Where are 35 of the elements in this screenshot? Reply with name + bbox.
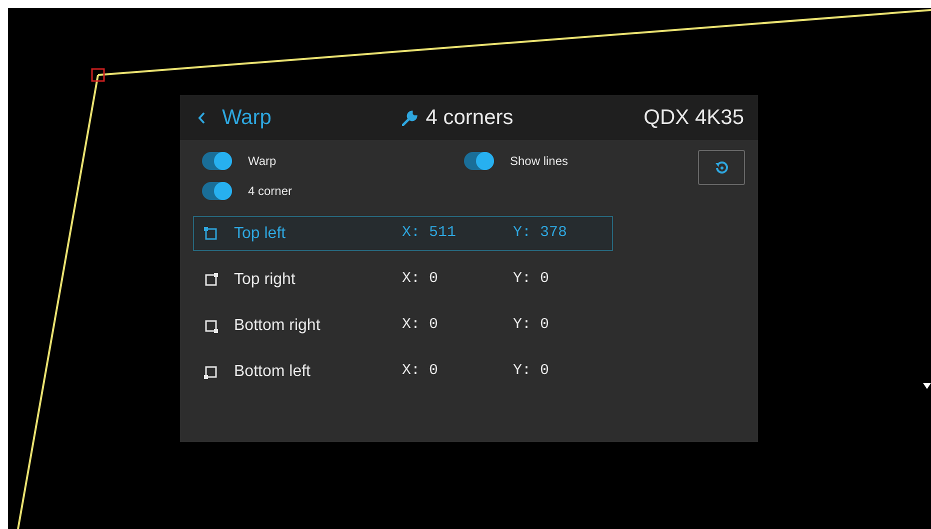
page-title: 4 corners xyxy=(426,104,514,131)
reset-button[interactable] xyxy=(698,150,745,185)
back-button[interactable]: Warp xyxy=(198,102,272,134)
wrench-icon xyxy=(402,110,418,126)
corner-icon xyxy=(204,272,218,286)
triangle-icon xyxy=(923,383,931,389)
corner-name: Top left xyxy=(234,224,287,244)
corner-row[interactable]: Top right X: 0 Y: 0 xyxy=(193,262,613,297)
y-coordinate: Y: 378 xyxy=(513,223,568,244)
corner-name: Bottom right xyxy=(234,316,322,336)
corner-name: Top right xyxy=(234,270,296,290)
y-coordinate: Y: 0 xyxy=(513,315,550,336)
model-name: QDX 4K35 xyxy=(644,104,744,131)
toggle-label: Warp xyxy=(248,153,276,170)
toggle-label: 4 corner xyxy=(248,183,292,200)
x-coordinate: X: 0 xyxy=(402,269,440,290)
corner-icon xyxy=(204,318,218,332)
x-coordinate: X: 511 xyxy=(402,223,458,244)
y-coordinate: Y: 0 xyxy=(513,361,550,382)
corner-icon xyxy=(204,364,218,378)
chevron-left-icon xyxy=(198,112,206,124)
corner-icon xyxy=(204,226,218,240)
corner-row[interactable]: Bottom right X: 0 Y: 0 xyxy=(193,308,613,343)
toggle-switch[interactable] xyxy=(464,152,494,170)
corner-row[interactable]: Bottom left X: 0 Y: 0 xyxy=(193,354,613,389)
corner-row[interactable]: Top left X: 511 Y: 378 xyxy=(193,216,613,251)
y-coordinate: Y: 0 xyxy=(513,269,550,290)
toggle-switch[interactable] xyxy=(202,152,232,170)
toggle-label: Show lines xyxy=(510,153,568,170)
reset-icon xyxy=(714,160,728,174)
corner-marker xyxy=(91,68,105,82)
corner-name: Bottom left xyxy=(234,362,312,382)
toggle-switch[interactable] xyxy=(202,182,232,200)
x-coordinate: X: 0 xyxy=(402,315,440,336)
x-coordinate: X: 0 xyxy=(402,361,440,382)
